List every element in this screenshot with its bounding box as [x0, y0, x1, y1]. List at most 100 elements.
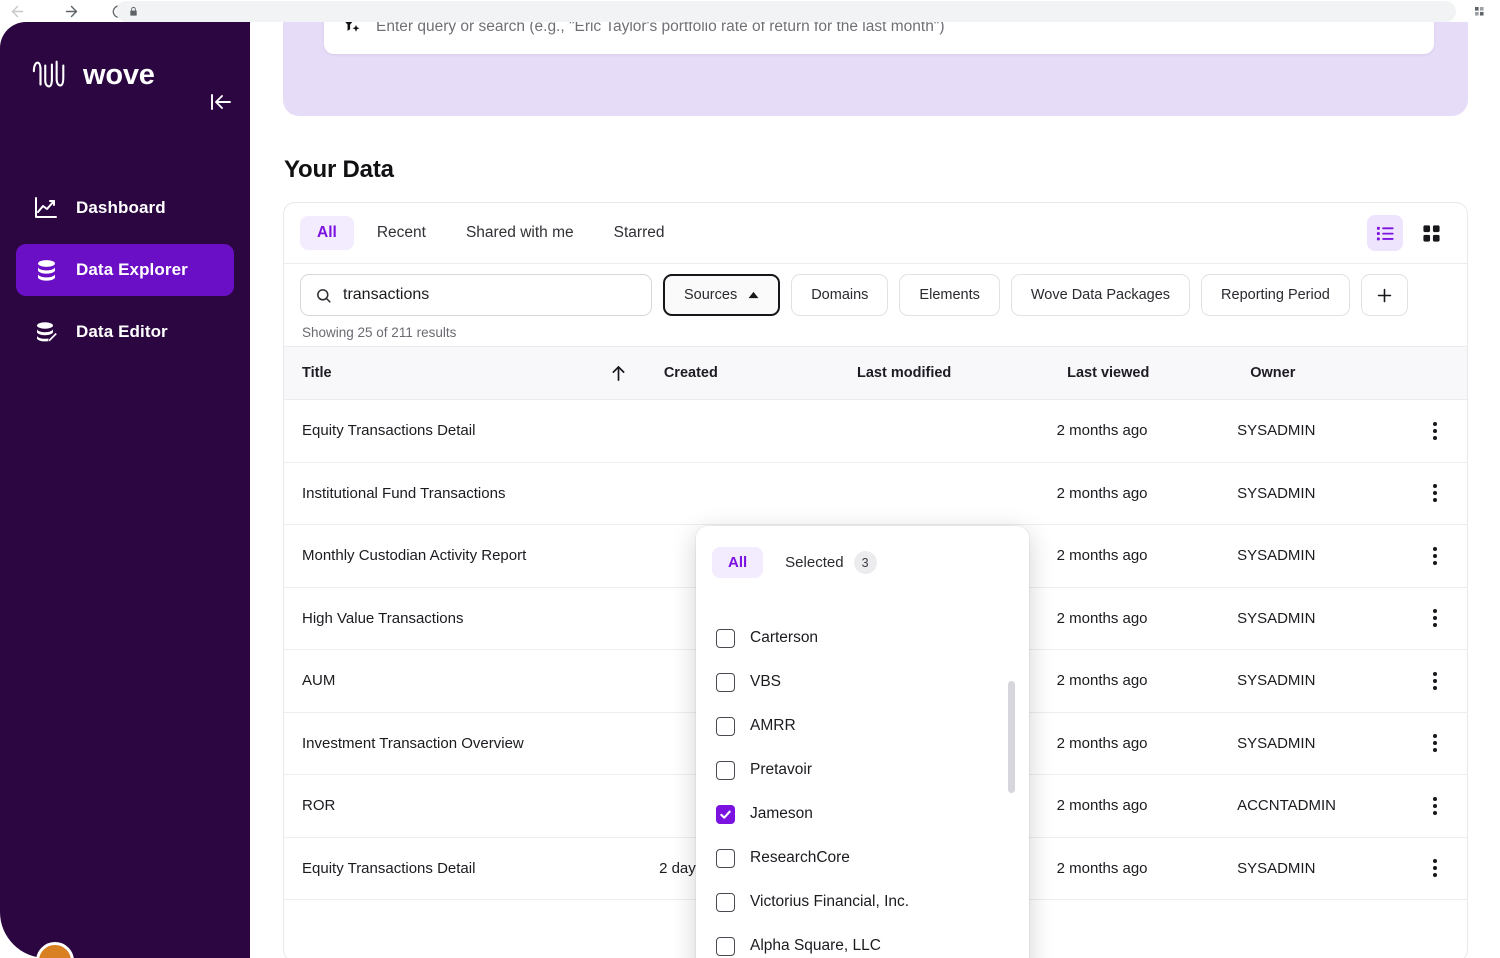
wove-logo-icon — [32, 60, 65, 88]
browser-back-button[interactable] — [0, 0, 34, 22]
filter-chip-domains[interactable]: Domains — [791, 274, 889, 316]
tab-label: Shared with me — [465, 224, 574, 241]
results-count: Showing 25 of 211 results — [302, 325, 457, 340]
cell-last-viewed: 2 months ago — [1056, 797, 1148, 815]
cell-actions — [1427, 728, 1467, 758]
source-option-label: Carterson — [750, 629, 819, 646]
checkbox-unchecked-icon[interactable] — [716, 848, 735, 868]
source-option-label: AMRR — [750, 717, 796, 734]
arrow-left-icon — [11, 5, 23, 17]
filter-chip-reporting-period[interactable]: Reporting Period — [1201, 274, 1350, 316]
checkbox-checked-icon[interactable] — [716, 804, 735, 824]
tab-all[interactable]: All — [300, 216, 354, 250]
cell-owner: SYSADMIN — [1237, 422, 1316, 440]
checkbox-unchecked-icon[interactable] — [716, 760, 735, 780]
extension-icon — [1474, 6, 1484, 16]
checkbox-unchecked-icon[interactable] — [716, 628, 735, 648]
add-filter-button[interactable] — [1360, 274, 1408, 316]
kebab-menu-icon[interactable] — [1427, 853, 1443, 883]
ai-query-input[interactable]: Enter query or search (e.g., "Eric Taylo… — [324, 22, 1434, 54]
tab-shared-with-me[interactable]: Shared with me — [449, 216, 591, 250]
checkbox-unchecked-icon[interactable] — [716, 672, 735, 692]
table-row[interactable]: Equity Transactions Detail 2 months ago … — [284, 400, 1467, 463]
sources-tab-selected[interactable]: Selected 3 — [769, 544, 892, 581]
search-input[interactable]: transactions — [300, 274, 652, 316]
kebab-menu-icon[interactable] — [1427, 603, 1443, 633]
cell-last-viewed: 2 months ago — [1056, 859, 1148, 877]
source-option-pretavoir[interactable]: Pretavoir — [716, 748, 1029, 792]
source-option-label: Pretavoir — [750, 761, 813, 778]
source-option-amrr[interactable]: AMRR — [716, 704, 1029, 748]
sources-dropdown-tabs: All Selected 3 — [696, 526, 1029, 591]
filter-tabs: All Recent Shared with me Starred — [284, 203, 1467, 264]
cell-last-viewed: 2 months ago — [1056, 734, 1148, 752]
sidebar-item-dashboard[interactable]: Dashboard — [16, 182, 234, 234]
source-option-researchcore[interactable]: ResearchCore — [716, 836, 1029, 880]
cell-actions — [1427, 416, 1467, 446]
main-content: Enter query or search (e.g., "Eric Taylo… — [250, 22, 1500, 958]
list-view-button[interactable] — [1367, 215, 1403, 251]
source-option-alpha-square-llc[interactable]: Alpha Square, LLC — [716, 924, 1029, 958]
kebab-menu-icon[interactable] — [1427, 478, 1443, 508]
checkbox-unchecked-icon[interactable] — [716, 892, 735, 912]
search-input-value: transactions — [343, 286, 430, 303]
check-icon — [720, 810, 731, 819]
column-header-created[interactable]: Created — [652, 365, 845, 381]
column-label: Last viewed — [1067, 365, 1150, 381]
sidebar-collapse-button[interactable] — [205, 88, 237, 116]
filter-chip-sources[interactable]: Sources — [663, 274, 781, 316]
tab-starred[interactable]: Starred — [597, 216, 682, 250]
list-view-icon — [1376, 226, 1394, 240]
sources-list-scrollbar[interactable] — [1008, 681, 1015, 793]
column-label: Last modified — [857, 365, 952, 381]
kebab-menu-icon[interactable] — [1427, 416, 1443, 446]
column-label: Title — [302, 365, 332, 381]
tab-label: Starred — [613, 224, 665, 241]
filter-chip-elements[interactable]: Elements — [899, 274, 1000, 316]
cell-last-viewed: 2 months ago — [1056, 422, 1148, 440]
filters-row: transactions Sources Domains Elements Wo… — [284, 264, 1467, 326]
cell-title: Monthly Custodian Activity Report — [302, 547, 527, 565]
sidebar-item-data-explorer[interactable]: Data Explorer — [16, 244, 234, 296]
tab-label: Recent — [376, 224, 426, 241]
grid-view-button[interactable] — [1413, 215, 1449, 251]
arrow-up-icon — [612, 365, 625, 381]
filter-chip-wove-data-packages[interactable]: Wove Data Packages — [1010, 274, 1191, 316]
kebab-menu-icon[interactable] — [1427, 791, 1443, 821]
filter-chip-label: Sources — [684, 287, 738, 303]
browser-url-bar[interactable] — [116, 1, 1456, 22]
kebab-menu-icon[interactable] — [1427, 541, 1443, 571]
table-row[interactable]: Institutional Fund Transactions 2 months… — [284, 463, 1467, 525]
checkbox-unchecked-icon[interactable] — [716, 936, 735, 956]
sources-tab-all[interactable]: All — [712, 547, 764, 578]
sidebar-item-data-editor[interactable]: Data Editor — [16, 306, 234, 358]
kebab-menu-icon[interactable] — [1427, 728, 1443, 758]
browser-extension-button[interactable] — [1474, 6, 1484, 16]
filter-chip-label: Elements — [919, 287, 980, 303]
cell-owner: SYSADMIN — [1237, 547, 1316, 565]
cell-last-viewed: 2 months ago — [1056, 547, 1148, 565]
source-option-vbs[interactable]: VBS — [716, 660, 1029, 704]
cell-owner: SYSADMIN — [1237, 734, 1316, 752]
column-header-owner[interactable]: Owner — [1250, 365, 1443, 381]
plus-icon — [1377, 288, 1392, 302]
kebab-menu-icon[interactable] — [1427, 666, 1443, 696]
column-header-last-modified[interactable]: Last modified — [845, 365, 1067, 381]
checkbox-unchecked-icon[interactable] — [716, 716, 735, 736]
table-header-row: Title Created Last modified Last viewed … — [284, 346, 1467, 400]
source-option-carterson[interactable]: Carterson — [716, 616, 1029, 660]
brand[interactable]: wove — [30, 56, 155, 94]
filter-chip-label: Wove Data Packages — [1030, 287, 1171, 303]
source-option-jameson[interactable]: Jameson — [716, 792, 1029, 836]
app-root: wove Dashboard Data Explorer Data Editor… — [0, 0, 1500, 958]
brand-name: wove — [83, 58, 155, 91]
tab-recent[interactable]: Recent — [360, 216, 443, 250]
browser-forward-button[interactable] — [54, 0, 88, 22]
ai-query-placeholder: Enter query or search (e.g., "Eric Taylo… — [376, 22, 945, 35]
sources-tab-label: All — [728, 554, 748, 571]
column-header-title[interactable]: Title — [284, 365, 652, 382]
cell-actions — [1427, 541, 1467, 571]
source-option-victorius-financial-inc[interactable]: Victorius Financial, Inc. — [716, 880, 1029, 924]
cell-last-viewed: 2 months ago — [1056, 484, 1148, 502]
column-header-last-viewed[interactable]: Last viewed — [1067, 365, 1250, 381]
